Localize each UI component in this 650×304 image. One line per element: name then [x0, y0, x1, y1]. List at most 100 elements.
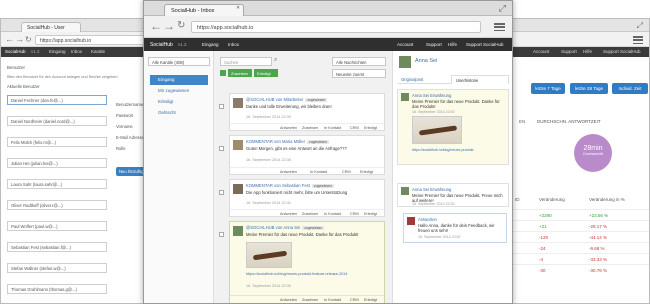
reply-action[interactable]: Antworten: [280, 212, 297, 216]
address-bar[interactable]: https://app.socialhub.io: [35, 35, 157, 45]
folder-inbox[interactable]: Eingang: [150, 75, 208, 85]
nav-item-account[interactable]: Account: [397, 42, 413, 47]
contact-action[interactable]: In Kontakt: [324, 298, 341, 302]
maximize-icon[interactable]: ⤢: [637, 21, 643, 31]
nav-item-hilfe[interactable]: Hilfe: [583, 49, 592, 54]
contact-action[interactable]: In Kontakt: [324, 126, 341, 130]
done-action[interactable]: Erledigt: [360, 170, 373, 174]
message-card-selected[interactable]: @SOCIALHUB von Anna Sei zugewiesen Meine …: [219, 221, 385, 303]
done-button[interactable]: Erledigt: [254, 69, 278, 77]
reply-action[interactable]: Antworten: [280, 126, 297, 130]
contact-action[interactable]: In Kontakt: [324, 212, 341, 216]
custom-range-button[interactable]: Individ. Zeit: [612, 83, 648, 94]
user-list-item[interactable]: Paul Wolfert (paul.w@...): [7, 221, 107, 231]
detail-user-name[interactable]: Anna Sei: [415, 58, 437, 64]
nav-item-support-socialhub[interactable]: Support SocialHub: [603, 49, 641, 54]
folder-deleted[interactable]: Gelöscht: [150, 108, 208, 118]
version-label: v1.2: [31, 49, 40, 54]
kpi-title: DURCHSCHN. ANTWORTZEIT: [537, 119, 601, 124]
nav-item-inbox[interactable]: Inbox: [71, 49, 82, 54]
user-list-item[interactable]: Daniel Nordheim (daniel.nord@...): [7, 116, 107, 126]
forward-arrow-icon[interactable]: →: [15, 34, 24, 45]
nav-item-account[interactable]: Account: [533, 49, 549, 54]
done-action[interactable]: Erledigt: [364, 298, 377, 302]
assign-action[interactable]: Zuweisen: [302, 212, 318, 216]
nav-item-eingang[interactable]: Eingang: [202, 42, 219, 47]
search-input[interactable]: Suchen: [220, 57, 272, 66]
reload-icon[interactable]: ↻: [25, 34, 32, 45]
maximize-icon[interactable]: ⤢: [499, 3, 506, 14]
channel-select[interactable]: Alle Kanäle (408): [148, 57, 210, 66]
user-list-item[interactable]: Stefan Wallner (stefan.w@...): [7, 263, 107, 273]
nav-item-support[interactable]: Support: [561, 49, 577, 54]
reply-action[interactable]: Antworten: [280, 170, 297, 174]
tab-original-post[interactable]: Originalpost: [397, 75, 451, 84]
assign-action[interactable]: Zuweisen: [302, 126, 318, 130]
message-text: Meine Premier für das neue Produkt. Dank…: [246, 232, 359, 237]
tab-user-history[interactable]: Userhistorie: [451, 75, 509, 84]
message-card[interactable]: KOMMENTAR von Maria Müller zugewiesen Gut…: [219, 135, 385, 175]
folder-done[interactable]: Erledigt: [150, 97, 208, 107]
done-action[interactable]: Erledigt: [364, 126, 377, 130]
bulk-select-checkbox[interactable]: [220, 70, 226, 76]
change-cell: -4: [539, 257, 544, 262]
contact-action[interactable]: In Kontakt: [310, 170, 327, 174]
assign-button[interactable]: Zuweisen: [228, 69, 252, 77]
message-checkbox[interactable]: [219, 190, 224, 195]
crm-action[interactable]: CRM: [350, 298, 359, 302]
done-action[interactable]: Erledigt: [364, 212, 377, 216]
history-link[interactable]: https://socialhub.io/blog/neues-produkt: [412, 148, 506, 153]
nav-item-inbox[interactable]: Inbox: [228, 42, 239, 47]
crm-action[interactable]: CRM: [342, 170, 351, 174]
section-title: Aktuelle Benutzer: [7, 84, 40, 89]
history-card[interactable]: Anna Sei Erwähnung Meine Premier für das…: [397, 183, 509, 207]
message-checkbox[interactable]: [219, 232, 224, 237]
back-arrow-icon[interactable]: ←: [5, 34, 14, 45]
forward-arrow-icon[interactable]: →: [163, 19, 175, 33]
attached-image[interactable]: [246, 242, 292, 268]
user-list-item[interactable]: Sebastian Fest (sebastian.f@...): [7, 242, 107, 252]
assign-action[interactable]: Zuweisen: [302, 298, 318, 302]
message-checkbox[interactable]: [219, 104, 224, 109]
crm-action[interactable]: CRM: [350, 126, 359, 130]
back-arrow-icon[interactable]: ←: [150, 19, 162, 33]
menu-icon[interactable]: [494, 23, 505, 32]
last-28-days-button[interactable]: letzte 28 Tage: [570, 83, 608, 94]
crm-action[interactable]: CRM: [350, 212, 359, 216]
user-list-item[interactable]: Oliver Radtkoff (oliver.r@...): [7, 200, 107, 210]
browser-tab[interactable]: SocialHub - User: [21, 22, 81, 32]
search-icon[interactable]: ⌕: [274, 57, 277, 64]
message-card[interactable]: @SOCIALHUB von Mitarbeiter zugewiesen Dan…: [219, 93, 385, 131]
user-list-item[interactable]: Felix Mülch (felix.m@...): [7, 137, 107, 147]
address-bar[interactable]: https://app.socialhub.io: [191, 21, 481, 33]
filter-select[interactable]: Alle Nachrichten: [332, 57, 386, 66]
message-actions: Antworten In Kontakt CRM Erledigt: [230, 167, 384, 175]
message-card[interactable]: KOMMENTAR von Sebastian Fest zugewiesen D…: [219, 179, 385, 217]
nav-item-hilfe[interactable]: Hilfe: [448, 42, 457, 47]
reply-card[interactable]: Antworten Hallo Anna, danke für dein Fee…: [403, 213, 507, 243]
nav-item-support[interactable]: Support: [426, 42, 442, 47]
history-card[interactable]: Anna Sei Erwähnung Meine Premier für das…: [397, 89, 509, 165]
reply-action[interactable]: Antworten: [280, 298, 297, 302]
user-list-item[interactable]: Daniel Fechner (dan.fe@...): [7, 95, 107, 105]
folder-assigned[interactable]: Mir zugewiesen: [150, 86, 208, 96]
user-list-item[interactable]: Thomas Grahlmann (thomas.g@...): [7, 284, 107, 294]
message-checkbox[interactable]: [219, 146, 224, 151]
address-row: ← → ↻ https://app.socialhub.io: [144, 16, 512, 38]
menu-icon[interactable]: [633, 36, 643, 45]
message-link[interactable]: https://socialhub.io/blog/neues-produkt-…: [246, 272, 380, 277]
nav-item-support-socialhub[interactable]: Support SocialHub: [466, 42, 504, 47]
avatar: [233, 226, 243, 236]
reload-icon[interactable]: ↻: [177, 20, 185, 31]
message-header: @SOCIALHUB von Anna Sei zugewiesen: [246, 225, 325, 230]
browser-tab[interactable]: SocialHub - Inbox: [164, 4, 244, 16]
nav-item-eingang[interactable]: Eingang: [49, 49, 66, 54]
last-7-days-button[interactable]: letzte 7 Tage: [531, 83, 565, 94]
tab-close-icon[interactable]: ✕: [236, 5, 240, 11]
user-list-item[interactable]: Laura Sahr (laura.sahr@...): [7, 179, 107, 189]
page-label: Benutzer: [7, 65, 26, 70]
sort-select[interactable]: Neueste zuerst: [332, 69, 386, 78]
attached-image[interactable]: [412, 116, 462, 144]
nav-item-kanaele[interactable]: Kanäle: [91, 49, 105, 54]
user-list-item[interactable]: Julian Hei (julian.hei@...): [7, 158, 107, 168]
